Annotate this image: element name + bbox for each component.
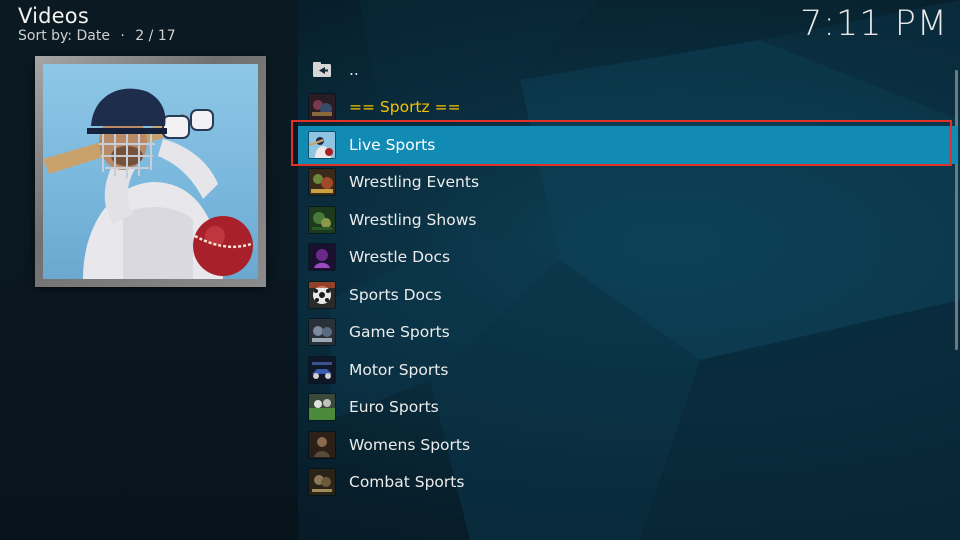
list-item-label: Motor Sports — [349, 360, 449, 379]
sort-label[interactable]: Sort by: Date — [18, 28, 110, 44]
list-item-label: .. — [349, 60, 359, 79]
list-item-label: Live Sports — [349, 135, 436, 154]
list-item-game-sports[interactable]: Game Sports — [298, 314, 958, 352]
motor-sports-icon — [309, 356, 335, 383]
game-sports-icon — [309, 319, 335, 346]
back-folder-icon — [309, 57, 335, 83]
item-position: 2 / 17 — [135, 28, 176, 44]
list-item-live-sports[interactable]: Live Sports — [298, 126, 958, 164]
list-item-combat-sports[interactable]: Combat Sports — [298, 464, 958, 502]
list-item-euro-sports[interactable]: Euro Sports — [298, 389, 958, 427]
list-item-parent[interactable]: .. — [298, 51, 958, 89]
wrestling-events-icon — [309, 169, 335, 196]
list-item-wrestle-docs[interactable]: Wrestle Docs — [298, 239, 958, 277]
list-item-wrestling-shows[interactable]: Wrestling Shows — [298, 201, 958, 239]
wrestling-shows-icon — [309, 206, 335, 233]
sort-info: Sort by: Date · 2 / 17 — [18, 28, 176, 44]
kodi-screen: Videos Sort by: Date · 2 / 17 7:11 PM ..… — [0, 0, 960, 540]
clock: 7:11 PM — [799, 4, 948, 44]
wrestle-docs-icon — [309, 244, 335, 271]
list-item-heading-sportz[interactable]: == Sportz == — [298, 89, 958, 127]
sports-docs-icon — [309, 281, 335, 308]
cricket-batsman-illustration — [43, 88, 253, 279]
list-item-label: Wrestling Shows — [349, 210, 477, 229]
thumbnail-frame — [35, 56, 266, 287]
list-item-wrestling-events[interactable]: Wrestling Events — [298, 164, 958, 202]
euro-sports-icon — [309, 394, 335, 421]
media-list: .. == Sportz == Live Sports Wrestling Ev… — [298, 51, 958, 501]
list-item-label: Euro Sports — [349, 398, 439, 417]
cricket-batsman-image — [43, 64, 258, 279]
list-item-label: Wrestling Events — [349, 173, 480, 192]
womens-sports-icon — [309, 431, 335, 458]
page-title: Videos — [18, 4, 89, 28]
list-item-label: Sports Docs — [349, 285, 442, 304]
combat-sports-icon — [309, 469, 335, 496]
separator: · — [120, 28, 125, 44]
live-sports-icon — [309, 131, 335, 158]
list-item-label: Game Sports — [349, 323, 450, 342]
list-item-label: == Sportz == — [349, 98, 461, 117]
list-item-label: Wrestle Docs — [349, 248, 451, 267]
list-item-label: Combat Sports — [349, 473, 465, 492]
list-item-sports-docs[interactable]: Sports Docs — [298, 276, 958, 314]
list-item-label: Womens Sports — [349, 435, 471, 454]
sportz-icon — [309, 94, 335, 121]
list-item-womens-sports[interactable]: Womens Sports — [298, 426, 958, 464]
list-item-motor-sports[interactable]: Motor Sports — [298, 351, 958, 389]
